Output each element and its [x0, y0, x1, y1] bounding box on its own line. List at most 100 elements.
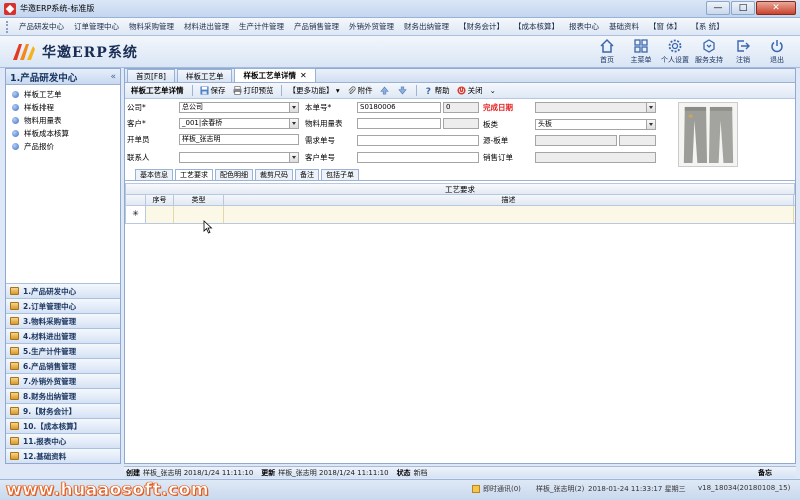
module-reports[interactable]: 11.报表中心: [6, 433, 120, 448]
table-row[interactable]: ✳: [125, 206, 795, 224]
menu-item-export[interactable]: 外销外贸管理: [344, 21, 399, 32]
instant-messaging-button[interactable]: 即时通讯(0): [472, 484, 521, 494]
subtab-label: 工艺要求: [180, 171, 208, 179]
source-field[interactable]: [535, 135, 617, 146]
module-sales[interactable]: 6.产品销售管理: [6, 358, 120, 373]
settings-button[interactable]: 个人设置: [658, 38, 692, 65]
menu-item-production[interactable]: 生产计件管理: [234, 21, 289, 32]
customer-select[interactable]: _001|余春桥: [179, 118, 299, 129]
sales-order-label: 销售订单: [483, 153, 513, 162]
move-up-button[interactable]: [379, 86, 391, 95]
sidebar-collapse-button[interactable]: «: [110, 72, 116, 82]
sidebar-item-label: 物料用量表: [24, 116, 62, 125]
subtab-sub-orders[interactable]: 包括子单: [321, 169, 359, 180]
help-button[interactable]: ? 帮助: [424, 85, 449, 96]
module-rnd[interactable]: 1.产品研发中心: [6, 283, 120, 298]
module-production[interactable]: 5.生产计件管理: [6, 343, 120, 358]
paperclip-icon: [348, 86, 356, 94]
close-tab-icon[interactable]: ✕: [300, 71, 307, 80]
print-preview-button[interactable]: 打印预览: [232, 85, 274, 96]
menu-item-material[interactable]: 材料进出管理: [179, 21, 234, 32]
source-label: 源-板单: [483, 136, 509, 145]
home-icon: [600, 38, 614, 53]
attachment-button[interactable]: 附件: [347, 85, 373, 96]
sidebar-item-quotation[interactable]: 产品报价: [6, 140, 120, 153]
memo-button[interactable]: 备忘: [758, 468, 772, 478]
col-header-seq[interactable]: 序号: [146, 195, 174, 205]
module-label: 12.基础资料: [23, 451, 67, 461]
close-button[interactable]: 关闭: [457, 85, 483, 96]
cell-description[interactable]: [224, 206, 794, 223]
module-cashier[interactable]: 8.财务出纳管理: [6, 388, 120, 403]
sidebar-item-pattern-schedule[interactable]: 样板排程: [6, 101, 120, 114]
power-icon: [457, 86, 466, 95]
tab-home[interactable]: 首页[F8]: [127, 69, 175, 82]
menu-item-system[interactable]: 【系 统】: [686, 21, 728, 32]
col-header-type[interactable]: 类型: [174, 195, 224, 205]
module-purchase[interactable]: 3.物料采购管理: [6, 313, 120, 328]
move-down-button[interactable]: [397, 86, 409, 95]
menu-item-basic-data[interactable]: 基础资料: [604, 21, 644, 32]
tab-pattern-sheet[interactable]: 样板工艺单: [176, 69, 233, 82]
menu-item-sales[interactable]: 产品销售管理: [289, 21, 344, 32]
col-header-description[interactable]: 描述: [224, 195, 794, 205]
minimize-button[interactable]: —: [706, 1, 730, 15]
logout-button[interactable]: 注销: [726, 38, 760, 65]
customer-no-label: 客户单号: [305, 153, 335, 162]
finish-date-select[interactable]: [535, 102, 656, 113]
demand-no-field[interactable]: [357, 135, 479, 146]
menu-item-cashier[interactable]: 财务出纳管理: [399, 21, 454, 32]
subtab-process-requirements[interactable]: 工艺要求: [175, 169, 213, 180]
header-tools: 首页 主菜单 个人设置 服务支持 注销 退出: [590, 38, 794, 65]
home-button[interactable]: 首页: [590, 38, 624, 65]
contact-select[interactable]: [179, 152, 299, 163]
module-material[interactable]: 4.材料进出管理: [6, 328, 120, 343]
menu-item-orders[interactable]: 订单管理中心: [69, 21, 124, 32]
customer-no-field[interactable]: [357, 152, 479, 163]
subtab-basic-info[interactable]: 基本信息: [135, 169, 173, 180]
sidebar-item-material-usage[interactable]: 物料用量表: [6, 114, 120, 127]
module-export[interactable]: 7.外销外贸管理: [6, 373, 120, 388]
creator-value: 样板_张志明: [182, 135, 221, 143]
new-row-marker: ✳: [126, 206, 146, 223]
menu-icon: [634, 39, 648, 53]
menu-item-purchase[interactable]: 物料采购管理: [124, 21, 179, 32]
chevron-down-icon: [646, 103, 655, 112]
cell-type[interactable]: [174, 206, 224, 223]
module-orders[interactable]: 2.订单管理中心: [6, 298, 120, 313]
save-button[interactable]: 保存: [199, 85, 226, 96]
menu-item-window[interactable]: 【窗 体】: [644, 21, 686, 32]
updated-label: 更新: [261, 468, 276, 477]
subtab-remarks[interactable]: 备注: [295, 169, 319, 180]
module-accounting[interactable]: 9.【财务会计】: [6, 403, 120, 418]
material-usage-field[interactable]: [357, 118, 441, 129]
sidebar-item-pattern-costing[interactable]: 样板成本核算: [6, 127, 120, 140]
module-costing[interactable]: 10.【成本核算】: [6, 418, 120, 433]
menu-item-costing[interactable]: 【成本核算】: [509, 21, 564, 32]
close-window-button[interactable]: ✕: [756, 1, 796, 15]
menu-item-reports[interactable]: 报表中心: [564, 21, 604, 32]
toolbar-overflow-button[interactable]: ⌄: [490, 86, 496, 95]
subtab-label: 裁剪尺码: [260, 171, 288, 179]
subtab-cut-sizes[interactable]: 裁剪尺码: [255, 169, 293, 180]
maximize-button[interactable]: □: [731, 1, 755, 15]
sidebar-item-pattern-sheet[interactable]: 样板工艺单: [6, 88, 120, 101]
more-functions-button[interactable]: 【更多功能】 ▾: [289, 85, 340, 96]
creator-field[interactable]: 样板_张志明: [179, 134, 299, 145]
cell-seq[interactable]: [146, 206, 174, 223]
doc-no-field[interactable]: S0180006: [357, 102, 441, 113]
pattern-type-label: 板类: [483, 120, 498, 129]
logout-icon: [737, 40, 750, 52]
support-button[interactable]: 服务支持: [692, 38, 726, 65]
main-menu-button[interactable]: 主菜单: [624, 38, 658, 65]
sales-order-field[interactable]: [535, 152, 656, 163]
chevron-down-icon: [289, 153, 298, 162]
menu-item-rnd[interactable]: 产品研发中心: [14, 21, 69, 32]
module-basic-data[interactable]: 12.基础资料: [6, 448, 120, 463]
company-select[interactable]: 总公司: [179, 102, 299, 113]
tab-pattern-sheet-detail[interactable]: 样板工艺单详情 ✕: [234, 68, 316, 82]
menu-item-accounting[interactable]: 【财务会计】: [454, 21, 509, 32]
pattern-type-select[interactable]: 头板: [535, 119, 656, 130]
exit-button[interactable]: 退出: [760, 38, 794, 65]
subtab-color-details[interactable]: 配色明细: [215, 169, 253, 180]
